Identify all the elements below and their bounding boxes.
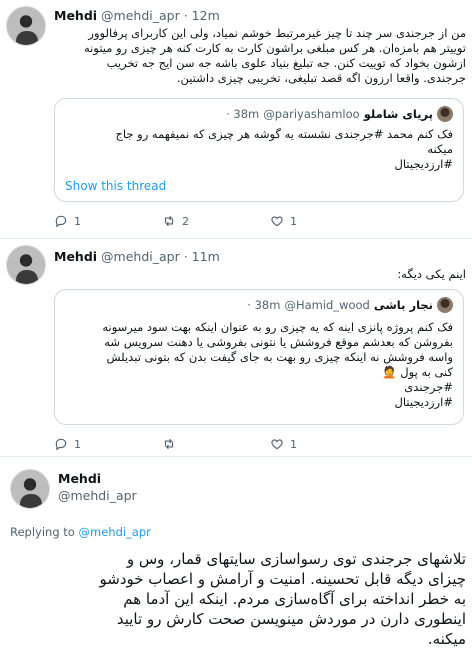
quoted-tweet-text: فک کنم پروژه پانزی اینه که یه چیزی رو به… bbox=[65, 320, 453, 410]
tweet-text-line: ازشون بخواد که توییت کنن. جه تبلیغ بنیاد… bbox=[106, 56, 466, 70]
tweet-text-line: توییتر هم بامزه‌ان. هر کس مبلغی براشون ک… bbox=[84, 41, 466, 55]
retweet-button[interactable] bbox=[162, 437, 270, 451]
tweet-header: Mehdi @mehdi_apr · 12m bbox=[54, 8, 220, 23]
avatar[interactable] bbox=[6, 245, 46, 285]
retweet-icon bbox=[164, 215, 174, 227]
quoted-hashtag[interactable]: #جرجندی bbox=[65, 380, 453, 395]
main-tweet: Mehdi @mehdi_apr Replying to @mehdi_apr … bbox=[0, 457, 472, 664]
quoted-tweet-header: نجار باشی @Hamid_wood · 38m bbox=[247, 297, 453, 313]
replying-to-link[interactable]: @mehdi_apr bbox=[79, 525, 151, 539]
reply-button[interactable]: 1 bbox=[54, 437, 162, 451]
tweet-text: تلاشهای جرجندی توی رسواسازی سایتهای قمار… bbox=[10, 549, 467, 649]
avatar[interactable] bbox=[10, 469, 50, 509]
tweet-header: Mehdi @mehdi_apr bbox=[58, 471, 137, 503]
author-name[interactable]: Mehdi bbox=[54, 249, 97, 264]
quoted-text-line: میکنه bbox=[427, 142, 453, 156]
like-count: 1 bbox=[290, 214, 297, 228]
like-count: 1 bbox=[290, 437, 297, 451]
retweet-button[interactable]: 2 bbox=[162, 214, 270, 228]
quoted-hashtag[interactable]: #ارزدیجیتال bbox=[65, 395, 453, 410]
tweet-text-line: اینم یکی دیگه: bbox=[397, 267, 466, 281]
tweet-text-line: میکنه. bbox=[427, 630, 466, 648]
tweet-2[interactable]: Mehdi @mehdi_apr · 11m اینم یکی دیگه: نج… bbox=[0, 239, 472, 454]
tweet-text-line: من از جرجندی سر چند تا چیز غیرمرتبط خوشم… bbox=[88, 26, 466, 40]
reply-count: 1 bbox=[74, 214, 81, 228]
tweet-text: اینم یکی دیگه: bbox=[54, 267, 466, 282]
retweet-count: 2 bbox=[182, 214, 189, 228]
tweet-header: Mehdi @mehdi_apr · 11m bbox=[54, 249, 220, 264]
retweet-icon bbox=[164, 438, 174, 450]
timestamp[interactable]: · 11m bbox=[184, 249, 220, 264]
quoted-text-line: واسه فروشش نه اینکه چیزی رو بهت به جای گ… bbox=[106, 350, 453, 364]
author-handle[interactable]: @mehdi_apr bbox=[101, 249, 180, 264]
quoted-author-handle: @pariyashamloo bbox=[263, 107, 360, 121]
tweet-1[interactable]: Mehdi @mehdi_apr · 12m من از جرجندی سر چ… bbox=[0, 0, 472, 238]
tweet-text-line: به خطر انداخته برای آگاه‌سازی مردم. اینک… bbox=[123, 590, 466, 608]
tweet-actions: 1 1 bbox=[54, 437, 378, 451]
tweet-text: من از جرجندی سر چند تا چیز غیرمرتبط خوشم… bbox=[54, 26, 466, 86]
reply-button[interactable]: 1 bbox=[54, 214, 162, 228]
quoted-text-line: فک کنم پروژه پانزی اینه که یه چیزی رو به… bbox=[102, 320, 453, 334]
quoted-text-line: بفروشن که بعدشم موقع فروشش یا نتونی بفرو… bbox=[104, 335, 453, 349]
quoted-text-line: فک کنم محمد #جرجندی نشسته یه گوشه هر چیز… bbox=[115, 127, 453, 141]
quoted-tweet[interactable]: پریای شاملو @pariyashamloo · 38m فک کنم … bbox=[54, 98, 464, 202]
like-button[interactable]: 1 bbox=[270, 214, 378, 228]
quoted-tweet-text: فک کنم محمد #جرجندی نشسته یه گوشه هر چیز… bbox=[65, 127, 453, 172]
tweet-text-line: جرجندی. واقعا ارزون اگه قصد تبلیغی، تخری… bbox=[176, 71, 466, 85]
replying-to: Replying to @mehdi_apr bbox=[10, 525, 151, 539]
reply-icon bbox=[55, 215, 67, 228]
tweet-text-line: چیزای دیگه قابل تحسینه. امنیت و آرامش و … bbox=[99, 570, 467, 588]
quoted-avatar bbox=[437, 297, 453, 313]
avatar[interactable] bbox=[6, 6, 46, 46]
tweet-text-line: تلاشهای جرجندی توی رسواسازی سایتهای قمار… bbox=[126, 550, 466, 568]
author-handle[interactable]: @mehdi_apr bbox=[58, 488, 137, 503]
author-handle[interactable]: @mehdi_apr bbox=[101, 8, 180, 23]
timestamp[interactable]: · 12m bbox=[184, 8, 220, 23]
like-button[interactable]: 1 bbox=[270, 437, 378, 451]
reply-count: 1 bbox=[74, 437, 81, 451]
quoted-avatar bbox=[437, 106, 453, 122]
quoted-author-handle: @Hamid_wood bbox=[284, 298, 370, 312]
quoted-timestamp: · 38m bbox=[247, 298, 281, 312]
quoted-text-line: کنی به پول 🤦 bbox=[382, 365, 453, 379]
quoted-author-name: پریای شاملو bbox=[363, 107, 433, 121]
reply-icon bbox=[55, 438, 67, 451]
like-icon bbox=[271, 216, 283, 227]
author-name[interactable]: Mehdi bbox=[58, 471, 137, 486]
like-icon bbox=[271, 439, 283, 450]
quoted-hashtag[interactable]: #ارزدیجیتال bbox=[65, 157, 453, 172]
quoted-tweet[interactable]: نجار باشی @Hamid_wood · 38m فک کنم پروژه… bbox=[54, 289, 464, 425]
author-name[interactable]: Mehdi bbox=[54, 8, 97, 23]
tweet-actions: 1 2 1 bbox=[54, 214, 378, 228]
show-thread-link[interactable]: Show this thread bbox=[65, 179, 166, 193]
quoted-timestamp: · 38m bbox=[226, 107, 260, 121]
quoted-tweet-header: پریای شاملو @pariyashamloo · 38m bbox=[226, 106, 453, 122]
quoted-author-name: نجار باشی bbox=[373, 298, 433, 312]
tweet-text-line: اینطوری دارن در موردش مینویسن صحت کارش ر… bbox=[116, 610, 466, 628]
replying-prefix: Replying to bbox=[10, 525, 75, 539]
